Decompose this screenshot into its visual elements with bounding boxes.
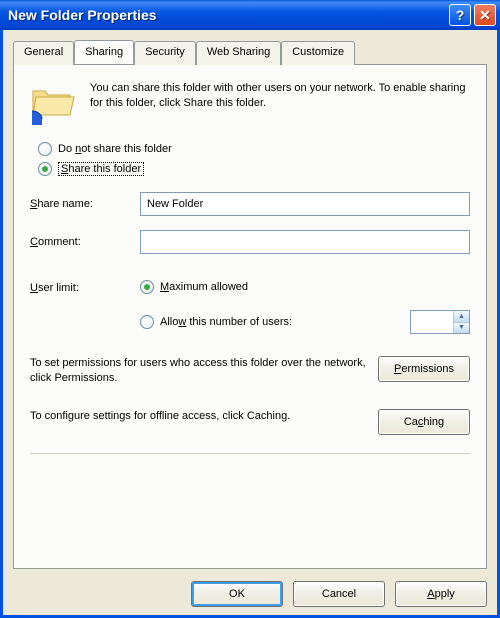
radio-label: Do not share this folder bbox=[58, 143, 172, 155]
tab-security[interactable]: Security bbox=[134, 41, 196, 65]
spinner-down-icon[interactable]: ▼ bbox=[453, 323, 469, 334]
spinner-arrows: ▲ ▼ bbox=[453, 311, 469, 333]
titlebar-buttons: ? ✕ bbox=[449, 4, 496, 26]
title-bar[interactable]: New Folder Properties ? ✕ bbox=[0, 0, 500, 30]
share-fields: Share name: Comment: bbox=[30, 192, 470, 268]
caching-text: To configure settings for offline access… bbox=[30, 409, 366, 424]
spinner-value[interactable] bbox=[411, 311, 453, 333]
apply-button[interactable]: Apply bbox=[395, 581, 487, 607]
radio-label: Allow this number of users: bbox=[160, 316, 292, 328]
radio-do-not-share[interactable]: Do not share this folder bbox=[38, 142, 470, 156]
radio-icon bbox=[38, 162, 52, 176]
share-name-label: Share name: bbox=[30, 198, 140, 210]
close-icon: ✕ bbox=[479, 7, 491, 24]
comment-row: Comment: bbox=[30, 230, 470, 254]
share-name-row: Share name: bbox=[30, 192, 470, 216]
share-name-input[interactable] bbox=[140, 192, 470, 216]
tab-general[interactable]: General bbox=[13, 41, 74, 65]
comment-input[interactable] bbox=[140, 230, 470, 254]
cancel-button[interactable]: Cancel bbox=[293, 581, 385, 607]
radio-icon bbox=[140, 315, 154, 329]
permissions-section: To set permissions for users who access … bbox=[30, 356, 470, 387]
radio-label: Share this folder bbox=[58, 162, 144, 176]
ok-button[interactable]: OK bbox=[191, 581, 283, 607]
close-button[interactable]: ✕ bbox=[474, 4, 496, 26]
radio-allow-number[interactable]: Allow this number of users: ▲ ▼ bbox=[140, 310, 470, 334]
caching-button[interactable]: Caching bbox=[378, 409, 470, 435]
radio-icon bbox=[38, 142, 52, 156]
help-button[interactable]: ? bbox=[449, 4, 471, 26]
dialog-actions: OK Cancel Apply bbox=[13, 569, 487, 607]
radio-share-this-folder[interactable]: Share this folder bbox=[38, 162, 470, 176]
user-limit-label: User limit: bbox=[30, 280, 140, 334]
tab-panel-sharing: You can share this folder with other use… bbox=[13, 64, 487, 569]
intro-section: You can share this folder with other use… bbox=[30, 81, 470, 128]
user-count-spinner[interactable]: ▲ ▼ bbox=[410, 310, 470, 334]
user-limit-section: User limit: Maximum allowed Allow this n… bbox=[30, 280, 470, 334]
spinner-up-icon[interactable]: ▲ bbox=[453, 311, 469, 323]
permissions-text: To set permissions for users who access … bbox=[30, 356, 366, 387]
radio-label: Maximum allowed bbox=[160, 281, 248, 293]
window-title: New Folder Properties bbox=[8, 7, 449, 23]
permissions-button[interactable]: Permissions bbox=[378, 356, 470, 382]
radio-icon bbox=[140, 280, 154, 294]
help-icon: ? bbox=[456, 7, 465, 23]
tab-web-sharing[interactable]: Web Sharing bbox=[196, 41, 281, 65]
tab-sharing[interactable]: Sharing bbox=[74, 40, 134, 64]
caching-section: To configure settings for offline access… bbox=[30, 409, 470, 435]
divider bbox=[30, 453, 470, 454]
window-body: General Sharing Security Web Sharing Cus… bbox=[0, 30, 500, 618]
tab-strip: General Sharing Security Web Sharing Cus… bbox=[13, 40, 487, 64]
tab-customize[interactable]: Customize bbox=[281, 41, 355, 65]
shared-folder-icon bbox=[30, 81, 78, 128]
comment-label: Comment: bbox=[30, 236, 140, 248]
intro-text: You can share this folder with other use… bbox=[90, 81, 470, 128]
radio-max-allowed[interactable]: Maximum allowed bbox=[140, 280, 470, 294]
